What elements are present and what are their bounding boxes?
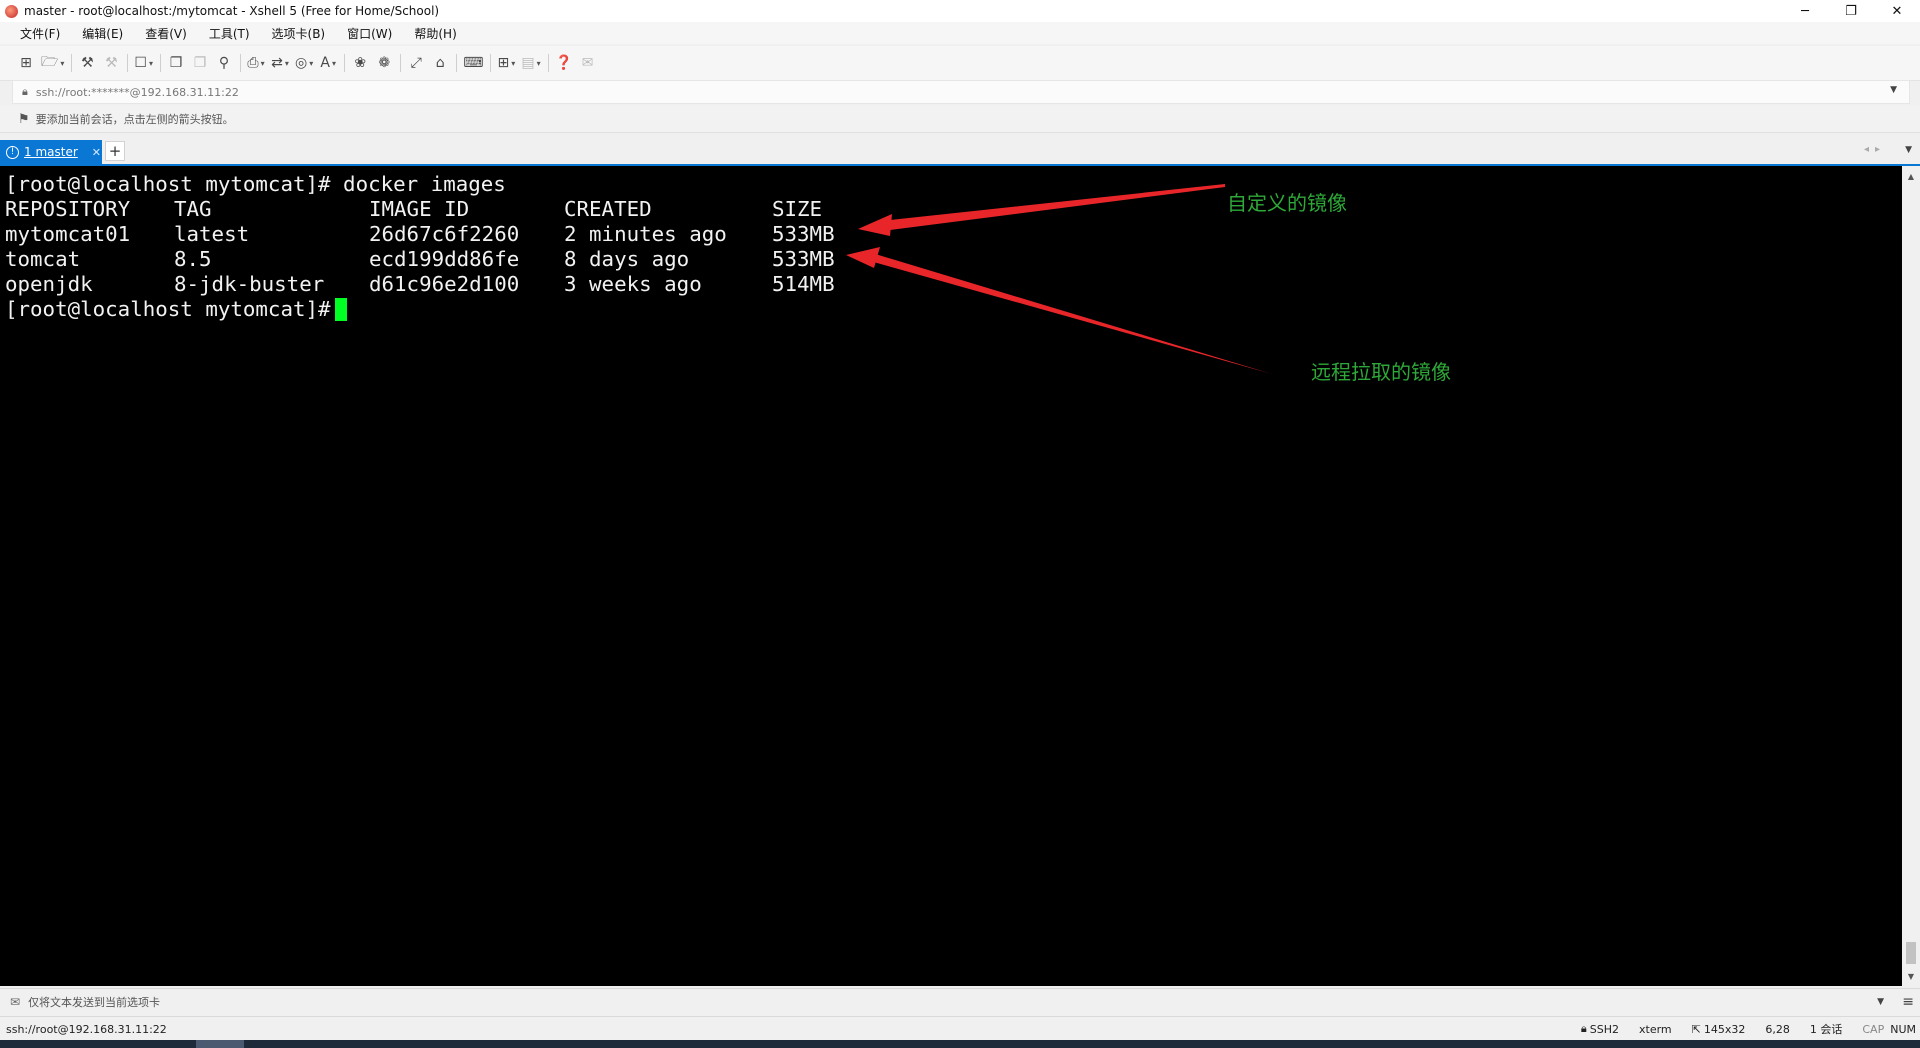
close-button[interactable]: ✕ xyxy=(1874,0,1920,22)
menu-file[interactable]: 文件(F) xyxy=(19,25,61,42)
address-bar[interactable]: 🔒︎ ssh://root:*******@192.168.31.11:22 ▼ xyxy=(12,80,1910,104)
scrollbar-thumb[interactable] xyxy=(1906,942,1916,964)
menu-tab[interactable]: 选项卡(B) xyxy=(271,25,327,42)
annotation-remote-image: 远程拉取的镜像 xyxy=(1311,360,1451,384)
os-taskbar xyxy=(0,1040,1920,1048)
status-connection: ssh://root@192.168.31.11:22 xyxy=(6,1022,167,1036)
toolbar: ⊞ 🗁 ▾ ⚒ ⚒ ☐ ▾ ❐ ❐ ⚲ ⎙ ▾ ⇄ ▾ ◎ ▾ A ▾ ❀ ❁ ⤢ ⌂ ⌨ … xyxy=(0,46,1920,81)
toolbar-divider xyxy=(127,54,129,72)
disconnect-icon[interactable]: ⚒ xyxy=(102,54,120,72)
reconnect-icon[interactable]: ⚒ xyxy=(78,54,96,72)
address-field[interactable]: ssh://root:*******@192.168.31.11:22 xyxy=(36,86,239,99)
menu-tools[interactable]: 工具(T) xyxy=(208,25,251,42)
annotation-custom-image: 自定义的镜像 xyxy=(1227,191,1347,215)
arrow-custom-image-head xyxy=(858,214,892,236)
help-icon[interactable]: ❓ xyxy=(555,54,573,72)
toolbar-divider xyxy=(71,54,73,72)
scroll-down-icon[interactable]: ▼ xyxy=(1902,968,1920,984)
xftp-icon[interactable]: ❀ xyxy=(351,54,369,72)
chevron-down-icon[interactable]: ▼ xyxy=(1877,997,1884,1007)
new-session-icon[interactable]: ⊞ xyxy=(17,54,35,72)
menu-lines-icon[interactable]: ≡ xyxy=(1902,994,1914,1010)
paste-icon[interactable]: ❐ xyxy=(191,54,209,72)
layout-icon[interactable]: ▤ ▾ xyxy=(521,54,540,72)
tab-bar: ! 1 master ✕ + ◂▸ ▼ xyxy=(0,138,1920,164)
new-tab-button[interactable]: + xyxy=(105,141,125,161)
toolbar-divider xyxy=(159,54,161,72)
window-title: master - root@localhost:/mytomcat - Xshe… xyxy=(24,4,440,18)
scroll-up-icon[interactable]: ▲ xyxy=(1902,168,1920,184)
terminal[interactable]: [root@localhost mytomcat]# docker images… xyxy=(0,166,1902,986)
tab-list-menu-icon[interactable]: ▼ xyxy=(1905,145,1912,155)
hint-text: 要添加当前会话，点击左侧的箭头按钮。 xyxy=(35,113,234,126)
tab-master[interactable]: ! 1 master ✕ xyxy=(0,140,102,164)
menu-bar: 文件(F) 编辑(E) 查看(V) 工具(T) 选项卡(B) 窗口(W) 帮助(… xyxy=(0,22,1920,44)
minimize-button[interactable]: ─ xyxy=(1782,0,1828,22)
status-size: 145x32 xyxy=(1703,1022,1746,1036)
font-icon[interactable]: A ▾ xyxy=(319,54,337,72)
menu-help[interactable]: 帮助(H) xyxy=(413,25,457,42)
status-cap: CAP xyxy=(1862,1022,1885,1036)
menu-view[interactable]: 查看(V) xyxy=(144,25,188,42)
properties-icon[interactable]: ☐ ▾ xyxy=(134,54,153,72)
status-cursor-position: 6,28 xyxy=(1765,1022,1790,1036)
arrow-remote-image-head xyxy=(846,247,880,268)
print-icon[interactable]: ⎙ ▾ xyxy=(247,54,265,72)
restore-button[interactable]: ❐ xyxy=(1828,0,1874,22)
status-num: NUM xyxy=(1890,1022,1916,1036)
menu-edit[interactable]: 编辑(E) xyxy=(81,25,124,42)
menu-window[interactable]: 窗口(W) xyxy=(346,25,393,42)
chat-icon[interactable]: ✉ xyxy=(579,54,597,72)
compose-icon[interactable]: ✉ xyxy=(10,995,20,1009)
tab-scroll-arrows-icon[interactable]: ◂▸ xyxy=(1864,144,1886,155)
title-bar: master - root@localhost:/mytomcat - Xshe… xyxy=(0,0,1920,22)
toolbar-divider xyxy=(547,54,549,72)
tab-label: 1 master xyxy=(24,145,78,159)
terminal-scrollbar[interactable]: ▲ ▼ xyxy=(1902,166,1920,986)
xmanager-icon[interactable]: ❁ xyxy=(375,54,393,72)
status-sessions: 1 会话 xyxy=(1809,1023,1843,1036)
compose-bar[interactable]: ✉ 仅将文本发送到当前选项卡 ▼ ≡ xyxy=(0,988,1920,1015)
globe-icon[interactable]: ◎ ▾ xyxy=(295,54,313,72)
tab-close-icon[interactable]: ✕ xyxy=(92,146,101,159)
fullscreen-icon[interactable]: ⤢ xyxy=(407,54,425,72)
status-right-group: 🔒︎ SSH2 xterm ⇱ 145x32 6,28 1 会话 CAP NUM xyxy=(1561,1017,1916,1041)
annotation-arrows xyxy=(846,184,1272,374)
keyboard-icon[interactable]: ⌨ xyxy=(463,54,483,72)
toolbar-divider xyxy=(400,54,402,72)
status-protocol: SSH2 xyxy=(1589,1022,1619,1036)
compose-target-text: 仅将文本发送到当前选项卡 xyxy=(28,996,161,1009)
lock-icon[interactable]: ⌂ xyxy=(431,54,449,72)
open-folder-icon[interactable]: 🗁 ▾ xyxy=(41,54,64,72)
toolbar-divider xyxy=(344,54,346,72)
taskbar-item[interactable] xyxy=(196,1040,244,1048)
arrow-remote-image-shaft xyxy=(870,253,1272,374)
status-bar: ssh://root@192.168.31.11:22 🔒︎ SSH2 xter… xyxy=(0,1016,1920,1041)
copy-icon[interactable]: ❐ xyxy=(167,54,185,72)
resize-icon: ⇱ xyxy=(1691,1022,1701,1036)
toolbar-divider xyxy=(490,54,492,72)
status-terminal-type: xterm xyxy=(1639,1022,1672,1036)
find-icon[interactable]: ⚲ xyxy=(215,54,233,72)
lock-icon: 🔒︎ xyxy=(22,85,28,98)
transfer-icon[interactable]: ⇄ ▾ xyxy=(271,54,289,72)
lock-icon: 🔒︎ xyxy=(1580,1022,1587,1035)
toolbar-divider xyxy=(239,54,241,72)
add-session-arrow-icon[interactable]: ⚑ xyxy=(18,112,30,127)
chevron-down-icon[interactable]: ▼ xyxy=(1890,85,1897,95)
xshell-logo-icon xyxy=(5,4,18,18)
window-controls: ─ ❐ ✕ xyxy=(1782,0,1920,22)
session-hint-bar: ⚑ 要添加当前会话，点击左侧的箭头按钮。 xyxy=(0,106,1920,133)
arrow-custom-image-shaft xyxy=(890,184,1225,230)
add-tab-icon[interactable]: ⊞ ▾ xyxy=(497,54,516,72)
info-icon: ! xyxy=(6,145,19,159)
toolbar-divider xyxy=(456,54,458,72)
